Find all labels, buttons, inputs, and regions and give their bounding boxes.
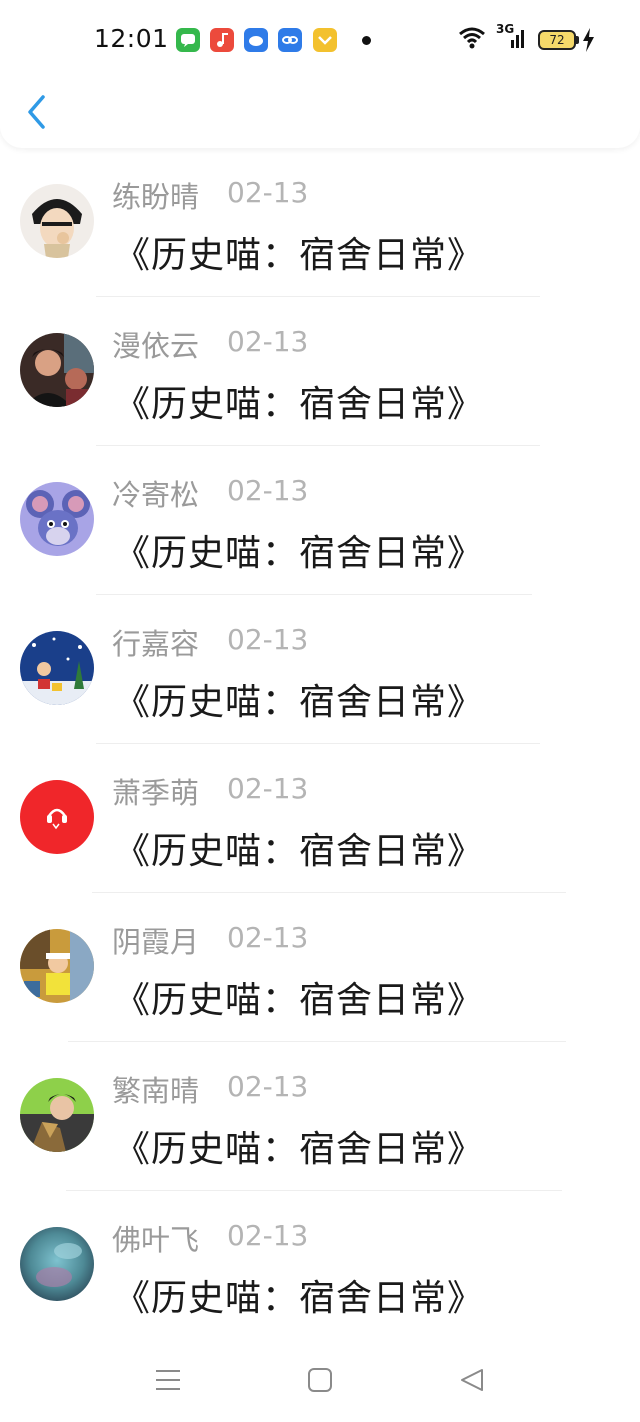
app-header: 12:01 3G 72	[0, 0, 640, 148]
chevron-left-icon	[28, 95, 45, 129]
comment-text: 《历史喵：宿舍日常》	[114, 384, 485, 425]
commenter-name[interactable]: 繁南晴	[112, 1068, 199, 1110]
comment-date: 02-13	[227, 1070, 309, 1103]
cloud-icon	[244, 28, 268, 52]
notification-dot	[362, 36, 371, 45]
comment-date: 02-13	[227, 1219, 309, 1252]
status-time: 12:01	[94, 24, 169, 53]
battery-indicator: 72	[538, 30, 576, 50]
wifi-icon	[458, 24, 486, 54]
commenter-name[interactable]: 漫依云	[112, 323, 199, 365]
comment-date: 02-13	[227, 623, 309, 656]
comment-item[interactable]: 练盼晴 02-13 《历史喵：宿舍日常》	[0, 148, 640, 297]
commenter-name[interactable]: 练盼晴	[112, 174, 199, 216]
system-back-button[interactable]	[452, 1362, 492, 1398]
messages-icon	[176, 28, 200, 52]
comment-text: 《历史喵：宿舍日常》	[114, 831, 485, 872]
wallet-icon	[313, 28, 337, 52]
music-icon	[210, 28, 234, 52]
battery-cap	[576, 36, 579, 44]
commenter-name[interactable]: 阴霞月	[112, 919, 199, 961]
menu-icon	[156, 1370, 180, 1390]
comment-date: 02-13	[227, 772, 309, 805]
comment-text: 《历史喵：宿舍日常》	[114, 533, 485, 574]
commenter-name[interactable]: 行嘉容	[112, 621, 199, 663]
person-green-avatar[interactable]	[20, 1078, 94, 1152]
system-navigation-bar	[0, 1340, 640, 1422]
comment-item[interactable]: 佛叶飞 02-13 《历史喵：宿舍日常》	[0, 1191, 640, 1340]
back-button[interactable]	[22, 92, 50, 132]
commenter-name[interactable]: 佛叶飞	[112, 1217, 199, 1259]
home-square-icon	[308, 1368, 332, 1392]
link-icon	[278, 28, 302, 52]
commenter-name[interactable]: 萧季萌	[112, 770, 199, 812]
home-button[interactable]	[300, 1362, 340, 1398]
comment-text: 《历史喵：宿舍日常》	[114, 980, 485, 1021]
comment-date: 02-13	[227, 474, 309, 507]
comment-date: 02-13	[227, 325, 309, 358]
blurry-blue-avatar[interactable]	[20, 1227, 94, 1301]
photo-avatar[interactable]	[20, 333, 94, 407]
status-bar: 12:01 3G 72	[0, 0, 640, 80]
comment-item[interactable]: 漫依云 02-13 《历史喵：宿舍日常》	[0, 297, 640, 446]
comment-item[interactable]: 行嘉容 02-13 《历史喵：宿舍日常》	[0, 595, 640, 744]
commenter-name[interactable]: 冷寄松	[112, 472, 199, 514]
child-photo-avatar[interactable]	[20, 929, 94, 1003]
christmas-scene-avatar[interactable]	[20, 631, 94, 705]
comment-text: 《历史喵：宿舍日常》	[114, 235, 485, 276]
comment-text: 《历史喵：宿舍日常》	[114, 1278, 485, 1319]
comment-text: 《历史喵：宿舍日常》	[114, 1129, 485, 1170]
comment-item[interactable]: 萧季萌 02-13 《历史喵：宿舍日常》	[0, 744, 640, 893]
comment-item[interactable]: 冷寄松 02-13 《历史喵：宿舍日常》	[0, 446, 640, 595]
comment-date: 02-13	[227, 921, 309, 954]
comment-text: 《历史喵：宿舍日常》	[114, 682, 485, 723]
anime-character-avatar[interactable]	[20, 184, 94, 258]
red-headphones-avatar[interactable]	[20, 780, 94, 854]
recent-apps-button[interactable]	[148, 1362, 188, 1398]
charging-icon	[581, 27, 595, 57]
comment-date: 02-13	[227, 176, 309, 209]
comment-item[interactable]: 繁南晴 02-13 《历史喵：宿舍日常》	[0, 1042, 640, 1191]
comment-item[interactable]: 阴霞月 02-13 《历史喵：宿舍日常》	[0, 893, 640, 1042]
cartoon-mouse-avatar[interactable]	[20, 482, 94, 556]
back-triangle-icon	[461, 1369, 483, 1391]
signal-icon	[503, 24, 529, 54]
